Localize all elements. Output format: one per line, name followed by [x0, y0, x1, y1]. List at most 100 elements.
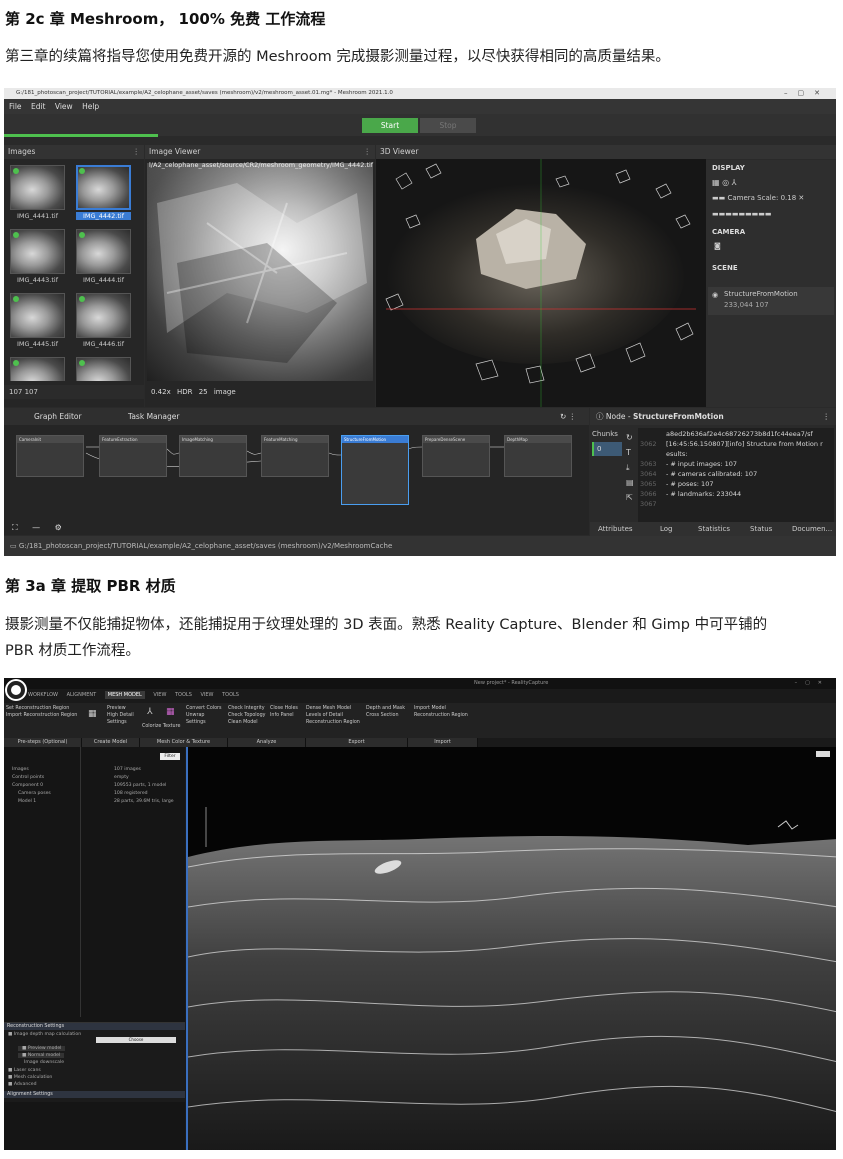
node-title: StructureFromMotion [632, 412, 724, 421]
image-thumbnail[interactable]: IMG_4441.tif [10, 165, 65, 223]
tab-tools[interactable]: TOOLS [222, 692, 239, 698]
tab-tools[interactable]: TOOLS [175, 692, 192, 698]
tree-item-component[interactable]: Component 0 [12, 783, 43, 788]
chunk-item[interactable]: 0 [592, 442, 622, 456]
filter-button[interactable]: Filter [160, 753, 180, 760]
graph-editor[interactable]: CameraInit FeatureExtraction ImageMatchi… [4, 425, 589, 535]
section-row[interactable]: ■ Mesh calculation [8, 1075, 52, 1080]
graph-node[interactable]: PrepareDenseScene [422, 435, 490, 477]
node-bottom-tabs: Attributes Log Statistics Status Documen… [590, 522, 836, 536]
alignment-settings-header[interactable]: Alignment Settings [4, 1091, 185, 1098]
node-title-prefix: Node - [605, 412, 633, 421]
scene-item[interactable]: ◉ StructureFromMotion 233,044 107 [708, 287, 834, 315]
graph-node[interactable]: ImageMatching [179, 435, 247, 477]
tab-log[interactable]: Log [660, 522, 673, 536]
image-thumbnail[interactable]: IMG_4443.tif [10, 229, 65, 287]
graph-tools[interactable]: ⛶ — ⚙ [12, 523, 68, 533]
tab-attributes[interactable]: Attributes [598, 522, 633, 536]
run-toolbar: Start Stop [4, 114, 836, 136]
tree-value: 28 parts, 39.6M tris, large [114, 799, 174, 804]
folder-icon[interactable]: ▭ [10, 542, 17, 550]
image-thumbnail[interactable]: IMG_4444.tif [76, 229, 131, 287]
tab-workflow[interactable]: WORKFLOW [28, 692, 58, 698]
tree-item-images[interactable]: Images [12, 767, 29, 772]
3d-mesh-viewport[interactable] [186, 747, 836, 1150]
normal-detail-icon[interactable]: ▦ [88, 709, 97, 719]
ribbon-group-holes[interactable]: Close Holes Info Panel [270, 705, 298, 719]
setting-row[interactable]: ■ Preview model [18, 1046, 66, 1051]
window-controls[interactable]: –▢✕ [795, 678, 830, 689]
viewer-toolbar[interactable]: 0.42x HDR 25 image [145, 385, 375, 399]
graph-node[interactable]: FeatureExtraction [99, 435, 167, 477]
tree-item-control-points[interactable]: Control points [12, 775, 44, 780]
image-thumbnail-selected[interactable]: IMG_4442.tif [76, 165, 131, 223]
graph-node[interactable]: FeatureMatching [261, 435, 329, 477]
graph-node[interactable]: DepthMap [504, 435, 572, 477]
group-label: Pre-steps (Optional) [4, 738, 82, 747]
menu-view[interactable]: View [55, 102, 73, 111]
texture-icon[interactable]: ▦ [166, 707, 175, 717]
tab-graph-editor[interactable]: Graph Editor [34, 408, 82, 425]
tree-value: 109553 parts, 1 model [114, 783, 167, 788]
ribbon-group-color[interactable]: Colorize Texture [142, 723, 180, 730]
eye-icon[interactable]: ◉ [712, 291, 718, 299]
camera-scale-slider[interactable]: ▬▬ Camera Scale: 0.18 ✕ [712, 194, 804, 202]
ribbon-group-export[interactable]: Dense Mesh Model Levels of Detail Reconstr… [306, 705, 360, 726]
settings-header[interactable]: Reconstruction Settings [4, 1023, 185, 1030]
image-thumbnail[interactable] [10, 357, 65, 381]
chapter-3a-heading: 第 3a 章 提取 PBR 材质 [5, 577, 176, 595]
app-logo[interactable] [7, 681, 25, 699]
visibility-slider[interactable]: ▬▬▬▬▬▬▬▬▬ [712, 210, 772, 218]
window-controls[interactable]: –▢✕ [784, 88, 830, 99]
section-row[interactable]: ■ Advanced [8, 1082, 37, 1087]
ribbon-group-check[interactable]: Check Integrity Check Topology Clean Model [228, 705, 265, 726]
tab-documentation[interactable]: Documen... [792, 522, 832, 536]
3d-viewport[interactable] [376, 159, 706, 407]
refresh-icon[interactable]: ↻ ⋮ [560, 408, 576, 425]
log-tools[interactable]: ↻ T ⤓ ▤ ⇱ [626, 430, 634, 505]
ribbon-group-create-model[interactable]: Preview High Detail Settings [107, 705, 134, 726]
tab-statistics[interactable]: Statistics [698, 522, 730, 536]
graph-node[interactable]: CameraInit [16, 435, 84, 477]
tree-item-model[interactable]: Model 1 [18, 799, 36, 804]
setting-row[interactable]: ■ Normal model [18, 1053, 65, 1058]
setting-row[interactable]: Image downscale [24, 1060, 64, 1065]
ribbon-group-prestep[interactable]: Set Reconstruction Region Import Reconstr… [6, 705, 77, 719]
colorize-icon[interactable]: ⅄ [147, 707, 153, 717]
display-icons[interactable]: ▦ ◎ ⅄ [712, 178, 737, 187]
tab-alignment[interactable]: ALIGNMENT [67, 692, 97, 698]
image-thumbnail[interactable]: IMG_4446.tif [76, 293, 131, 351]
meshroom-screenshot: G:/181_photoscan_project/TUTORIAL/exampl… [4, 88, 836, 556]
group-label: Analyze [228, 738, 306, 747]
graph-node-active[interactable]: StructureFromMotion [341, 435, 409, 505]
menu-help[interactable]: Help [82, 102, 99, 111]
tree-item-camera-poses[interactable]: Camera poses [18, 791, 51, 796]
image-thumbnail[interactable] [76, 357, 131, 381]
chapter-3a-description-line1: 摄影测量不仅能捕捉物体，还能捕捉用于纹理处理的 3D 表面。熟悉 Reality… [5, 617, 768, 633]
menu-edit[interactable]: Edit [31, 102, 46, 111]
tab-view[interactable]: VIEW [200, 692, 213, 698]
3d-settings-panel: DISPLAY ▦ ◎ ⅄ ▬▬ Camera Scale: 0.18 ✕ ▬▬… [706, 160, 836, 407]
depth-map-dropdown[interactable]: Choose [96, 1037, 176, 1043]
more-icon[interactable]: ⋮ [364, 145, 372, 159]
more-icon[interactable]: ⋮ [823, 408, 831, 425]
window-titlebar: New project* - RealityCapture –▢✕ [4, 678, 836, 689]
stop-button[interactable]: Stop [420, 118, 476, 133]
section-row[interactable]: ■ Laser scans [8, 1068, 41, 1073]
camera-section-label: CAMERA [712, 228, 746, 236]
setting-row[interactable]: ■ Image depth map calculation [8, 1032, 81, 1037]
menu-file[interactable]: File [9, 102, 22, 111]
reconstruction-settings: Reconstruction Settings ■ Image depth ma… [4, 1022, 185, 1102]
ribbon-group-depth[interactable]: Depth and Mask Cross Section [366, 705, 405, 719]
tab-status[interactable]: Status [750, 522, 772, 536]
tab-mesh-model[interactable]: MESH MODEL [104, 691, 145, 699]
camera-icon[interactable]: ◙ [714, 242, 721, 250]
image-thumbnail[interactable]: IMG_4445.tif [10, 293, 65, 351]
start-button[interactable]: Start [362, 118, 418, 133]
ribbon-group-import[interactable]: Import Model Reconstruction Region [414, 705, 468, 719]
ribbon-group-unwrap[interactable]: Convert Colors Unwrap Settings [186, 705, 222, 726]
tab-task-manager[interactable]: Task Manager [128, 408, 179, 425]
node-panel-header: ⓘ Node - StructureFromMotion ⋮ [590, 408, 836, 425]
tab-view[interactable]: VIEW [153, 692, 166, 698]
more-icon[interactable]: ⋮ [133, 145, 141, 159]
